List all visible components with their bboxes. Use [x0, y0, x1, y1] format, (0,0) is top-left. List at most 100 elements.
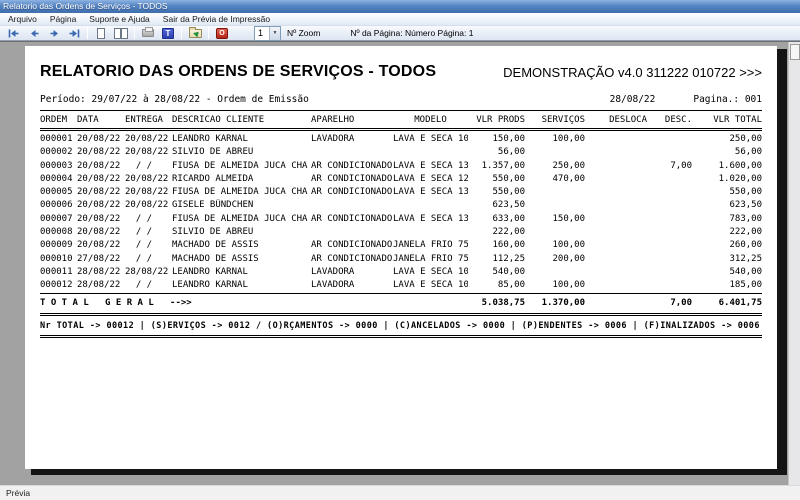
table-row: 00000320/08/22 / /FIUSA DE ALMEIDA JUCA … [40, 160, 762, 173]
cell-vlr-prods: 112,25 [468, 253, 525, 266]
menu-arquivo[interactable]: Arquivo [8, 14, 37, 24]
cell-entrega: 20/08/22 [125, 186, 172, 199]
cell-vlr-total: 1.600,00 [692, 160, 762, 173]
cell-aparelho: AR CONDICIONADO [311, 173, 393, 186]
menu-pagina[interactable]: Página [50, 14, 76, 24]
cell-desc [647, 146, 692, 159]
first-page-button[interactable] [4, 27, 24, 40]
cell-cliente: MACHADO DE ASSIS [172, 253, 311, 266]
cell-vlr-total: 250,00 [692, 130, 762, 147]
cell-desloca [585, 226, 647, 239]
print-setup-icon: T [162, 28, 174, 39]
cell-servicos: 100,00 [525, 130, 585, 147]
chevron-down-icon[interactable]: ▼ [269, 27, 280, 40]
cell-modelo: LAVA E SECA 10 [393, 266, 468, 279]
cell-entrega: / / [125, 226, 172, 239]
cell-desc [647, 186, 692, 199]
cell-data: 20/08/22 [77, 213, 125, 226]
cell-vlr-prods: 56,00 [468, 146, 525, 159]
cell-vlr-prods: 150,00 [468, 130, 525, 147]
total-label: T O T A L G E R A L -->> [40, 293, 468, 314]
demo-version-label: DEMONSTRAÇÃO v4.0 311222 010722 >>> [503, 65, 762, 80]
cell-servicos [525, 186, 585, 199]
cell-data: 20/08/22 [77, 199, 125, 212]
col-cliente: DESCRICAO CLIENTE [172, 111, 311, 130]
cell-servicos: 100,00 [525, 239, 585, 252]
cell-entrega: 20/08/22 [125, 146, 172, 159]
table-row: 00000220/08/2220/08/22SILVIO DE ABREU56,… [40, 146, 762, 159]
cell-modelo: JANELA FRIO 75 [393, 253, 468, 266]
cell-vlr-prods: 85,00 [468, 279, 525, 293]
cell-modelo [393, 199, 468, 212]
cell-modelo [393, 226, 468, 239]
toolbar-separator [181, 27, 182, 39]
cell-ordem: 000010 [40, 253, 77, 266]
cell-desc [647, 239, 692, 252]
scrollbar-thumb[interactable] [790, 44, 800, 60]
table-row: 00001228/08/22 / /LEANDRO KARNALLAVADORA… [40, 279, 762, 293]
single-page-icon [97, 28, 105, 39]
cell-desc [647, 213, 692, 226]
previous-page-icon [29, 29, 40, 38]
page-number-label: Nº da Página: Número Página: 1 [350, 28, 473, 38]
print-setup-button[interactable]: T [158, 27, 178, 40]
cell-modelo: LAVA E SECA 12 [393, 173, 468, 186]
cell-data: 20/08/22 [77, 226, 125, 239]
cell-cliente: LEANDRO KARNAL [172, 266, 311, 279]
cell-desc [647, 199, 692, 212]
single-page-view-button[interactable] [91, 27, 111, 40]
cell-cliente: FIUSA DE ALMEIDA JUCA CHA [172, 160, 311, 173]
cell-entrega: / / [125, 279, 172, 293]
titlebar: Relatorio das Ordens de Serviços - TODOS [0, 0, 800, 13]
cell-ordem: 000008 [40, 226, 77, 239]
vertical-scrollbar[interactable] [788, 42, 800, 486]
cell-modelo: LAVA E SECA 13 [393, 160, 468, 173]
next-page-button[interactable] [44, 27, 64, 40]
col-ordem: ORDEM [40, 111, 77, 130]
close-preview-button[interactable]: O [212, 27, 232, 40]
cell-cliente: MACHADO DE ASSIS [172, 239, 311, 252]
toolbar: T O 1 ▼ Nº Zoom Nº da Página: Número Pág… [0, 26, 800, 41]
cell-servicos [525, 199, 585, 212]
menu-sair-da-previa[interactable]: Sair da Prévia de Impressão [163, 14, 270, 24]
page-shadow [777, 49, 787, 475]
cell-data: 20/08/22 [77, 146, 125, 159]
cell-modelo: LAVA E SECA 10 [393, 130, 468, 147]
summary-line: Nr TOTAL -> 00012 | (S)ERVIÇOS -> 0012 /… [40, 321, 762, 331]
table-row: 00001128/08/2228/08/22LEANDRO KARNALLAVA… [40, 266, 762, 279]
cell-data: 20/08/22 [77, 239, 125, 252]
col-entrega: ENTREGA [125, 111, 172, 130]
cell-vlr-prods: 540,00 [468, 266, 525, 279]
print-button[interactable] [138, 27, 158, 40]
cell-desc [647, 253, 692, 266]
table-row: 00000920/08/22 / /MACHADO DE ASSISAR CON… [40, 239, 762, 252]
col-vlr-prods: VLR PRODS [468, 111, 525, 130]
cell-entrega: 20/08/22 [125, 199, 172, 212]
cell-vlr-total: 260,00 [692, 239, 762, 252]
cell-cliente: FIUSA DE ALMEIDA JUCA CHA [172, 186, 311, 199]
cell-entrega: / / [125, 239, 172, 252]
previous-page-button[interactable] [24, 27, 44, 40]
cell-servicos: 100,00 [525, 279, 585, 293]
cell-ordem: 000006 [40, 199, 77, 212]
cell-vlr-total: 623,50 [692, 199, 762, 212]
cell-aparelho: LAVADORA [311, 279, 393, 293]
cell-aparelho: AR CONDICIONADO [311, 253, 393, 266]
cell-servicos: 250,00 [525, 160, 585, 173]
two-page-view-button[interactable] [111, 27, 131, 40]
export-button[interactable] [185, 27, 205, 40]
report-header: RELATORIO DAS ORDENS DE SERVIÇOS - TODOS… [40, 63, 762, 94]
report-date: 28/08/22 [610, 94, 656, 105]
cell-data: 20/08/22 [77, 160, 125, 173]
table-row: 00000620/08/2220/08/22GISELE BÜNDCHEN623… [40, 199, 762, 212]
table-row: 00000120/08/2220/08/22LEANDRO KARNALLAVA… [40, 130, 762, 147]
cell-desloca [585, 146, 647, 159]
last-page-button[interactable] [64, 27, 84, 40]
menu-suporte-e-ajuda[interactable]: Suporte e Ajuda [89, 14, 150, 24]
zoom-select[interactable]: 1 ▼ [254, 26, 281, 41]
total-desc: 7,00 [647, 293, 692, 314]
cell-ordem: 000007 [40, 213, 77, 226]
cell-aparelho: LAVADORA [311, 130, 393, 147]
period-line: Período: 29/07/22 à 28/08/22 - Ordem de … [40, 94, 762, 111]
cell-modelo [393, 146, 468, 159]
